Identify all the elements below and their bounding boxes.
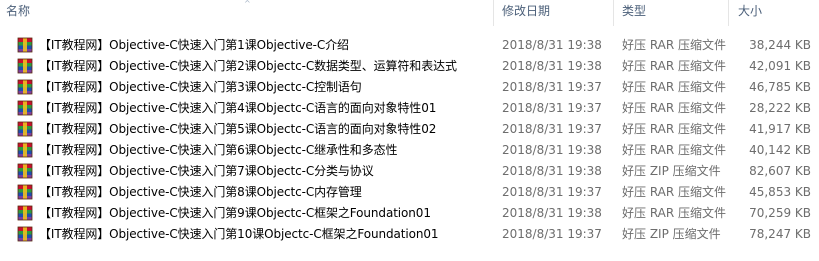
file-size-cell: 38,244 KB — [749, 37, 811, 52]
file-date-cell: 2018/8/31 19:38 — [502, 58, 602, 73]
file-type-cell: 好压 RAR 压缩文件 — [622, 143, 727, 157]
sort-ascending-icon: ^ — [244, 0, 251, 8]
file-name-cell[interactable]: 【IT教程网】Objective-C快速入门第3课Objectc-C控制语句 — [0, 78, 494, 95]
rar-archive-icon — [17, 100, 33, 115]
file-list: 【IT教程网】Objective-C快速入门第1课Objective-C介绍 2… — [0, 34, 819, 244]
file-date-cell: 2018/8/31 19:38 — [502, 205, 602, 220]
file-name-cell[interactable]: 【IT教程网】Objective-C快速入门第4课Objectc-C语言的面向对… — [0, 99, 494, 116]
column-header-type[interactable]: 类型 — [614, 0, 729, 26]
file-date-cell: 2018/8/31 19:38 — [502, 142, 602, 157]
file-date-cell: 2018/8/31 19:37 — [502, 226, 602, 241]
file-name-label: 【IT教程网】Objective-C快速入门第1课Objective-C介绍 — [39, 38, 349, 52]
column-header-date-label: 修改日期 — [502, 3, 551, 18]
file-size-cell: 78,247 KB — [749, 226, 811, 241]
file-row[interactable]: 【IT教程网】Objective-C快速入门第4课Objectc-C语言的面向对… — [0, 97, 819, 118]
file-name-label: 【IT教程网】Objective-C快速入门第2课Objectc-C数据类型、运… — [39, 59, 457, 73]
file-date-cell: 2018/8/31 19:38 — [502, 37, 602, 52]
file-explorer-window: 名称 修改日期 类型 大小 ^ 【IT教程网】Objective-C快速入门第1… — [0, 0, 819, 261]
rar-archive-icon — [17, 163, 33, 178]
file-name-cell[interactable]: 【IT教程网】Objective-C快速入门第9课Objectc-C框架之Fou… — [0, 204, 494, 221]
column-header-type-label: 类型 — [622, 3, 647, 18]
file-date-cell: 2018/8/31 19:37 — [502, 184, 602, 199]
file-row[interactable]: 【IT教程网】Objective-C快速入门第1课Objective-C介绍 2… — [0, 34, 819, 55]
file-type-cell: 好压 RAR 压缩文件 — [622, 206, 727, 220]
column-header-name-label: 名称 — [6, 3, 31, 18]
file-row[interactable]: 【IT教程网】Objective-C快速入门第8课Objectc-C内存管理 2… — [0, 181, 819, 202]
file-row[interactable]: 【IT教程网】Objective-C快速入门第7课Objectc-C分类与协议 … — [0, 160, 819, 181]
file-row[interactable]: 【IT教程网】Objective-C快速入门第9课Objectc-C框架之Fou… — [0, 202, 819, 223]
rar-archive-icon — [17, 121, 33, 136]
rar-archive-icon — [17, 226, 33, 241]
file-size-cell: 45,853 KB — [749, 184, 811, 199]
file-date-cell: 2018/8/31 19:37 — [502, 79, 602, 94]
file-size-cell: 41,917 KB — [749, 121, 811, 136]
file-name-cell[interactable]: 【IT教程网】Objective-C快速入门第6课Objectc-C继承性和多态… — [0, 141, 494, 158]
file-type-cell: 好压 RAR 压缩文件 — [622, 59, 727, 73]
file-row[interactable]: 【IT教程网】Objective-C快速入门第5课Objectc-C语言的面向对… — [0, 118, 819, 139]
column-header-date[interactable]: 修改日期 — [494, 0, 614, 26]
file-type-cell: 好压 ZIP 压缩文件 — [622, 164, 721, 178]
file-size-cell: 28,222 KB — [749, 100, 811, 115]
file-type-cell: 好压 RAR 压缩文件 — [622, 80, 727, 94]
file-name-label: 【IT教程网】Objective-C快速入门第4课Objectc-C语言的面向对… — [39, 101, 437, 115]
file-type-cell: 好压 RAR 压缩文件 — [622, 38, 727, 52]
file-name-cell[interactable]: 【IT教程网】Objective-C快速入门第7课Objectc-C分类与协议 — [0, 162, 494, 179]
file-type-cell: 好压 RAR 压缩文件 — [622, 122, 727, 136]
file-name-label: 【IT教程网】Objective-C快速入门第5课Objectc-C语言的面向对… — [39, 122, 437, 136]
rar-archive-icon — [17, 184, 33, 199]
file-type-cell: 好压 RAR 压缩文件 — [622, 185, 727, 199]
column-header-size-label: 大小 — [738, 3, 763, 18]
file-name-cell[interactable]: 【IT教程网】Objective-C快速入门第8课Objectc-C内存管理 — [0, 183, 494, 200]
file-size-cell: 70,259 KB — [749, 205, 811, 220]
file-size-cell: 82,607 KB — [749, 163, 811, 178]
file-size-cell: 42,091 KB — [749, 58, 811, 73]
file-size-cell: 46,785 KB — [749, 79, 811, 94]
column-header-bar: 名称 修改日期 类型 大小 ^ — [0, 0, 819, 26]
file-name-label: 【IT教程网】Objective-C快速入门第3课Objectc-C控制语句 — [39, 80, 362, 94]
file-name-label: 【IT教程网】Objective-C快速入门第8课Objectc-C内存管理 — [39, 185, 362, 199]
file-row[interactable]: 【IT教程网】Objective-C快速入门第6课Objectc-C继承性和多态… — [0, 139, 819, 160]
file-name-label: 【IT教程网】Objective-C快速入门第7课Objectc-C分类与协议 — [39, 164, 374, 178]
rar-archive-icon — [17, 37, 33, 52]
file-date-cell: 2018/8/31 19:38 — [502, 163, 602, 178]
file-name-cell[interactable]: 【IT教程网】Objective-C快速入门第5课Objectc-C语言的面向对… — [0, 120, 494, 137]
rar-archive-icon — [17, 58, 33, 73]
file-type-cell: 好压 RAR 压缩文件 — [622, 101, 727, 115]
file-name-label: 【IT教程网】Objective-C快速入门第9课Objectc-C框架之Fou… — [39, 206, 431, 220]
rar-archive-icon — [17, 205, 33, 220]
file-size-cell: 40,142 KB — [749, 142, 811, 157]
file-name-cell[interactable]: 【IT教程网】Objective-C快速入门第10课Objectc-C框架之Fo… — [0, 225, 494, 242]
file-date-cell: 2018/8/31 19:37 — [502, 121, 602, 136]
rar-archive-icon — [17, 79, 33, 94]
file-row[interactable]: 【IT教程网】Objective-C快速入门第10课Objectc-C框架之Fo… — [0, 223, 819, 244]
file-row[interactable]: 【IT教程网】Objective-C快速入门第3课Objectc-C控制语句 2… — [0, 76, 819, 97]
file-name-label: 【IT教程网】Objective-C快速入门第10课Objectc-C框架之Fo… — [39, 227, 439, 241]
rar-archive-icon — [17, 142, 33, 157]
file-name-label: 【IT教程网】Objective-C快速入门第6课Objectc-C继承性和多态… — [39, 143, 398, 157]
file-name-cell[interactable]: 【IT教程网】Objective-C快速入门第1课Objective-C介绍 — [0, 36, 494, 53]
column-header-size[interactable]: 大小 — [729, 0, 819, 26]
file-type-cell: 好压 ZIP 压缩文件 — [622, 227, 721, 241]
file-row[interactable]: 【IT教程网】Objective-C快速入门第2课Objectc-C数据类型、运… — [0, 55, 819, 76]
file-date-cell: 2018/8/31 19:37 — [502, 100, 602, 115]
file-name-cell[interactable]: 【IT教程网】Objective-C快速入门第2课Objectc-C数据类型、运… — [0, 57, 494, 74]
